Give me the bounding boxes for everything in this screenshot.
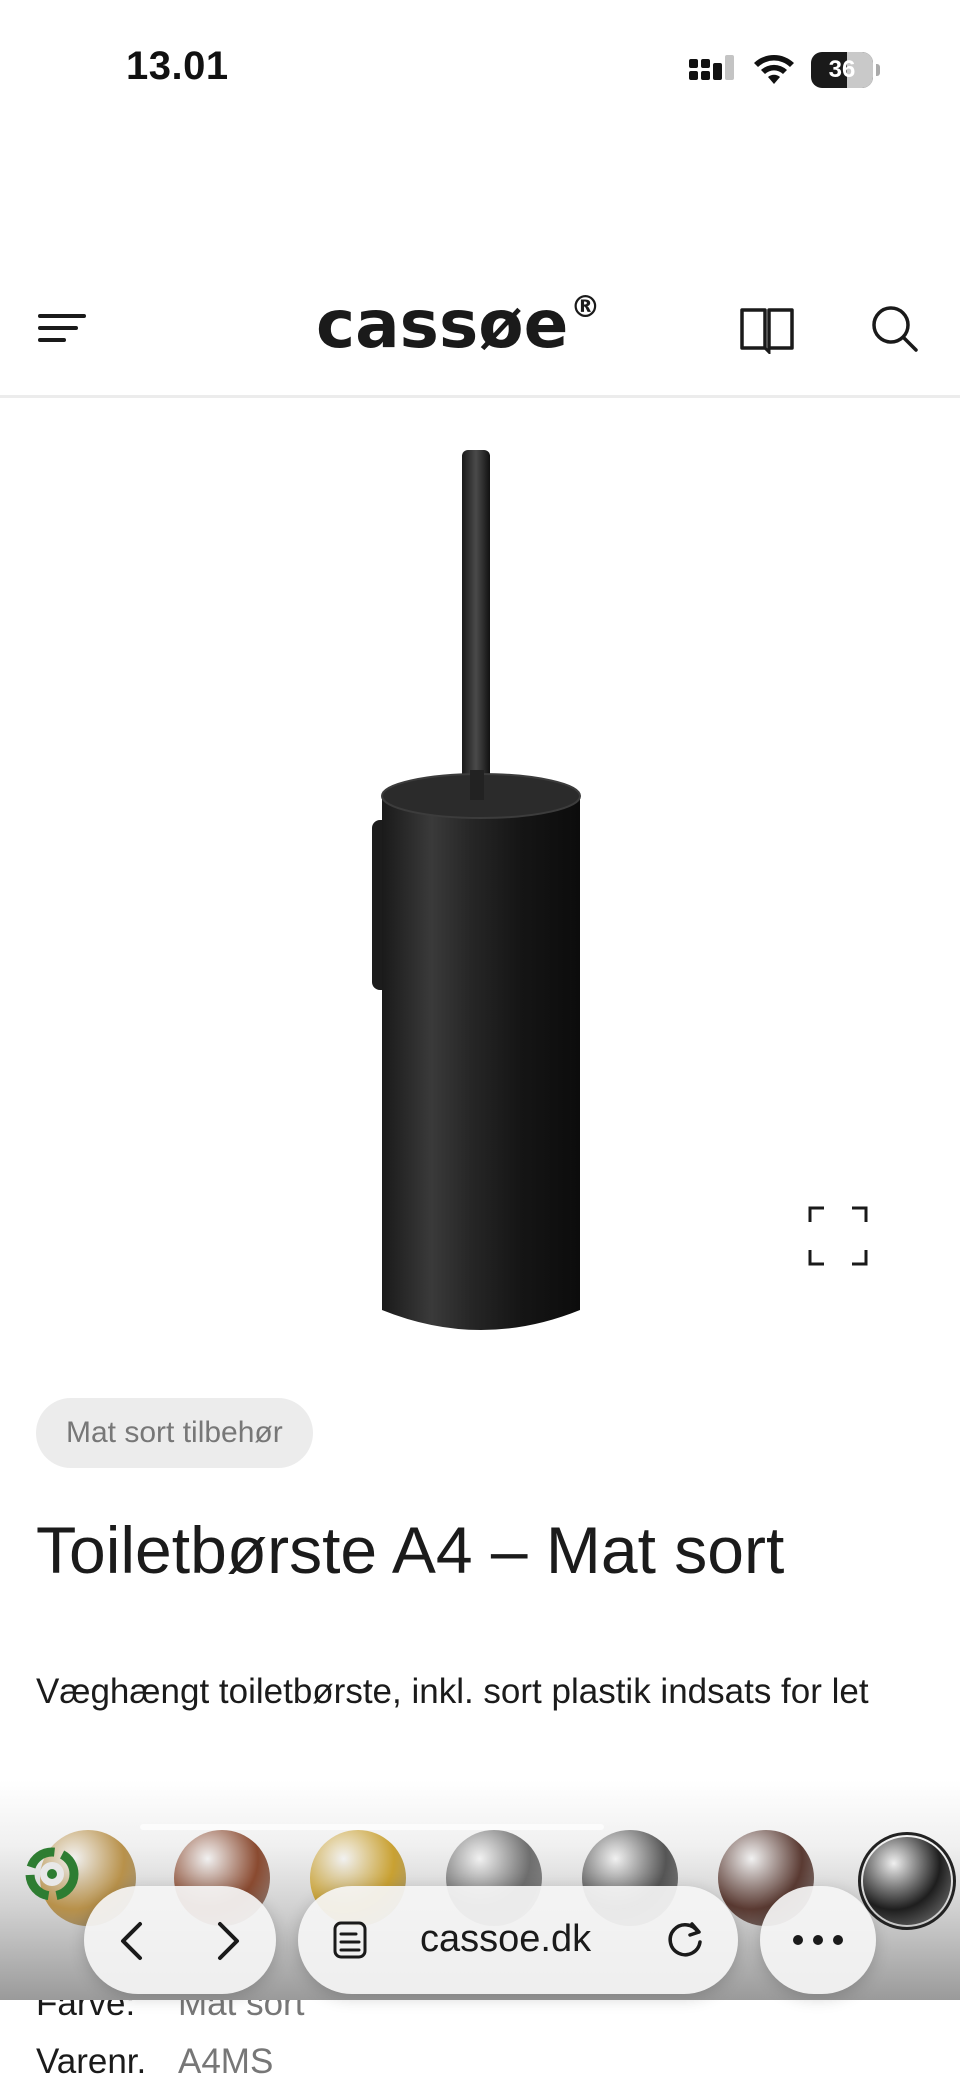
- status-icons: 36: [689, 48, 880, 92]
- product-title: Toiletbørste A4 – Mat sort: [36, 1513, 785, 1587]
- address-bar[interactable]: cassoe.dk: [298, 1886, 738, 1994]
- selected-swatch-ring: [858, 1832, 956, 1930]
- product-image[interactable]: [330, 440, 610, 1350]
- sku-label: Varenr.: [36, 2042, 147, 2081]
- more-button[interactable]: [760, 1886, 876, 1994]
- logo-text: cassøe: [316, 286, 569, 363]
- recycle-icon[interactable]: [16, 1838, 88, 1910]
- battery-level: 36: [828, 56, 856, 83]
- sku-value: A4MS: [178, 2042, 274, 2081]
- sku-detail-row: Varenr. A4MS: [36, 2042, 273, 2081]
- url-text[interactable]: cassoe.dk: [420, 1918, 591, 1961]
- search-icon[interactable]: [868, 302, 920, 354]
- menu-icon[interactable]: [36, 306, 88, 350]
- cellular-signal-icon: [689, 55, 734, 80]
- scroll-indicator: [140, 1824, 604, 1830]
- battery-tip: [876, 64, 880, 76]
- category-tag[interactable]: Mat sort tilbehør: [36, 1398, 313, 1468]
- site-logo[interactable]: cassøe®: [316, 286, 600, 363]
- tabs-icon[interactable]: [332, 1920, 372, 1960]
- reload-icon[interactable]: [662, 1916, 708, 1962]
- chevron-left-icon[interactable]: [108, 1916, 158, 1966]
- more-icon: [793, 1935, 843, 1945]
- product-description: Væghængt toiletbørste, inkl. sort plasti…: [36, 1672, 869, 1711]
- expand-icon[interactable]: [806, 1204, 870, 1268]
- logo-registered-mark: ®: [570, 290, 601, 325]
- site-header: cassøe®: [0, 270, 960, 398]
- chevron-right-icon[interactable]: [202, 1916, 252, 1966]
- wifi-icon: [754, 55, 794, 84]
- status-time: 13.01: [126, 44, 229, 88]
- browser-nav-controls: [84, 1886, 276, 1994]
- book-icon[interactable]: [738, 304, 796, 354]
- battery-icon: 36: [811, 52, 873, 88]
